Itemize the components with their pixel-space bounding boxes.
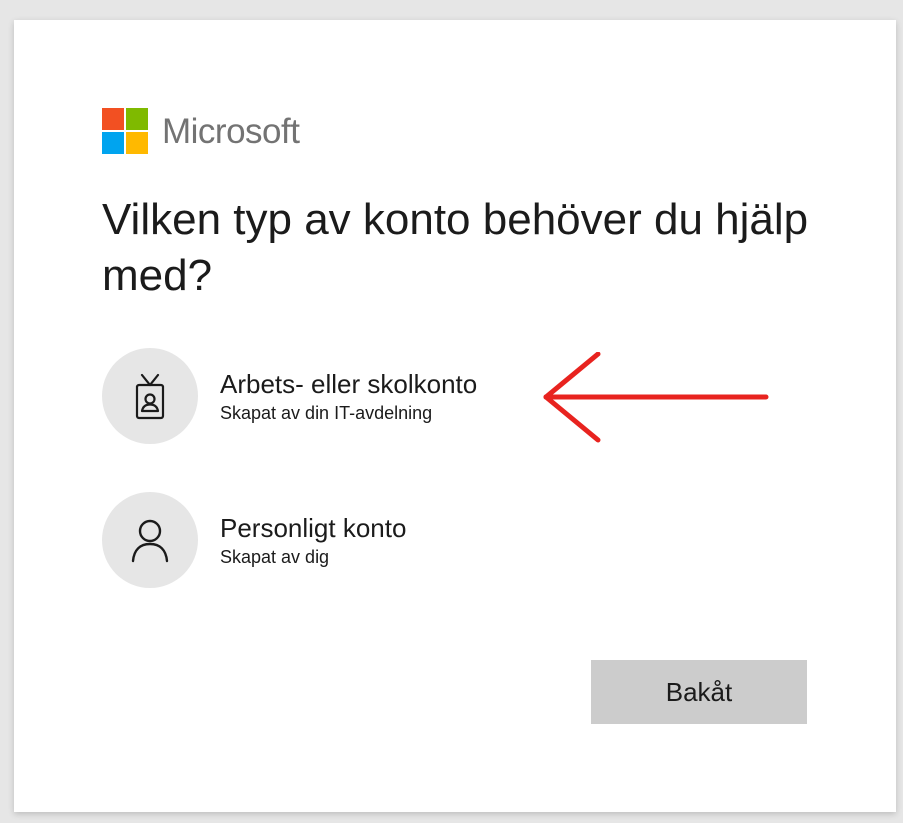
logo-square-yellow: [126, 132, 148, 154]
logo-square-blue: [102, 132, 124, 154]
person-icon: [102, 492, 198, 588]
account-type-dialog: Microsoft Vilken typ av konto behöver du…: [14, 20, 896, 812]
back-button[interactable]: Bakåt: [591, 660, 807, 724]
microsoft-logo: Microsoft: [102, 108, 300, 156]
option-personal-account[interactable]: Personligt konto Skapat av dig: [102, 492, 542, 588]
red-arrow-annotation: [543, 352, 769, 443]
option-subtitle: Skapat av din IT-avdelning: [220, 403, 433, 423]
brand-name: Microsoft: [162, 112, 300, 151]
option-title: Arbets- eller skolkonto: [220, 369, 478, 399]
page-title: Vilken typ av konto behöver du hjälp med…: [102, 195, 809, 300]
badge-icon: [102, 348, 198, 444]
option-title: Personligt konto: [220, 513, 407, 543]
option-subtitle: Skapat av dig: [220, 547, 330, 567]
option-work-school-account[interactable]: Arbets- eller skolkonto Skapat av din IT…: [102, 348, 542, 444]
microsoft-logo-icon: [102, 108, 150, 156]
logo-square-red: [102, 108, 124, 130]
logo-square-green: [126, 108, 148, 130]
